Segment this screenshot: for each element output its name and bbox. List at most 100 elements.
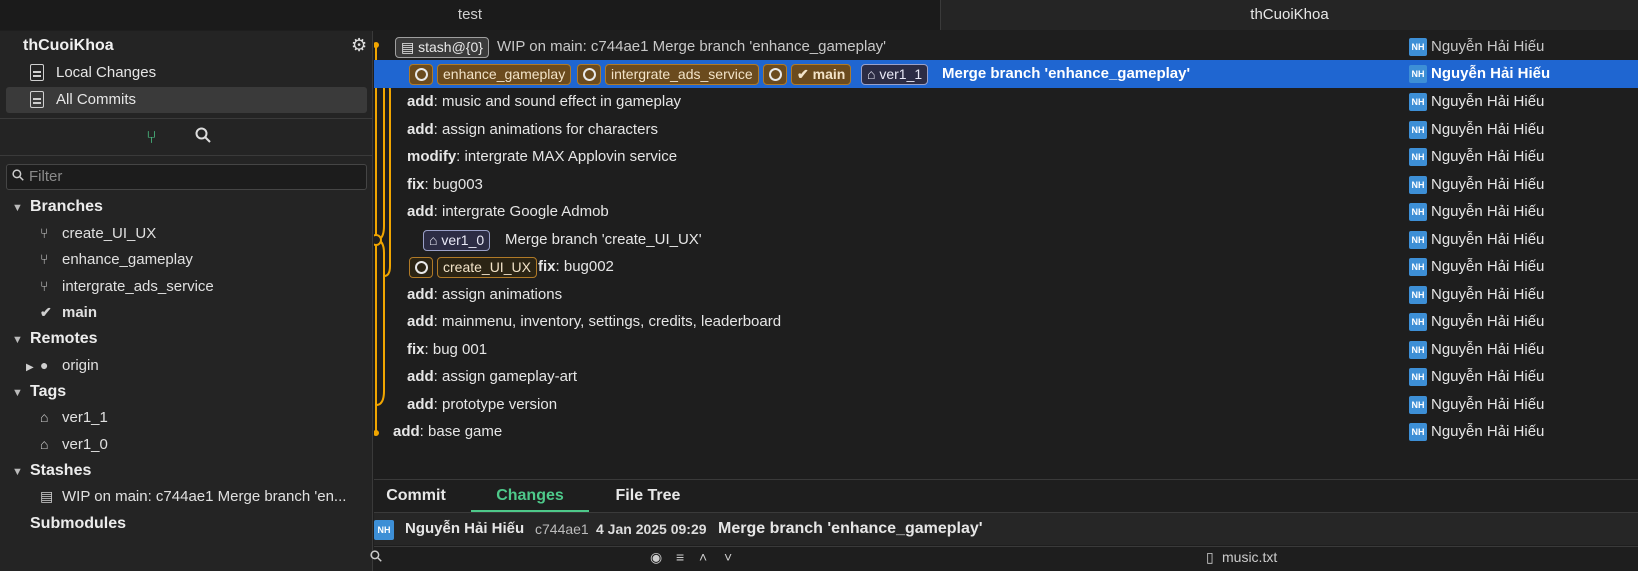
commit-row[interactable]: add: intergrate Google Admob NH Nguyễn H… <box>374 198 1638 226</box>
avatar: NH <box>1409 396 1427 414</box>
nav-all-commits[interactable]: All Commits <box>6 87 367 113</box>
tag-ref: ver1_1 <box>879 66 923 82</box>
detail-hash[interactable]: c744ae1 <box>535 513 589 545</box>
commit-info-bar: NH Nguyễn Hải Hiếu c744ae1 4 Jan 2025 09… <box>374 513 1638 545</box>
github-icon <box>577 64 601 85</box>
commit-row[interactable]: ▤ stash@{0} WIP on main: c744ae1 Merge b… <box>374 33 1638 61</box>
commit-row[interactable]: add: music and sound effect in gameplay … <box>374 88 1638 116</box>
search-icon <box>12 165 24 189</box>
branch-icon: ⑂ <box>40 251 49 267</box>
commit-row[interactable]: add: assign gameplay-art NH Nguyễn Hải H… <box>374 363 1638 391</box>
tag-badge: ⌂ ver1_0 <box>423 230 491 251</box>
tab-test[interactable]: test <box>0 0 940 30</box>
avatar: NH <box>1409 65 1427 83</box>
tag-item-ver1-0[interactable]: ⌂ ver1_0 <box>40 436 108 453</box>
search-mode-icon[interactable] <box>195 127 211 148</box>
tag-badge: ⌂ ver1_1 <box>861 64 929 85</box>
commit-message: add: intergrate Google Admob <box>407 203 609 220</box>
avatar: NH <box>1409 368 1427 386</box>
github-icon <box>763 64 787 85</box>
commit-message: Merge branch 'create_UI_UX' <box>505 231 702 248</box>
commit-row-selected[interactable]: enhance_gameplay intergrate_ads_service … <box>374 60 1638 88</box>
chevron-down-icon: ▼ <box>12 466 23 478</box>
branch-label: main <box>62 304 98 321</box>
branch-label: create_UI_UX <box>62 225 157 242</box>
branch-mode-icon[interactable]: ⑂ <box>146 127 157 148</box>
tags-header[interactable]: ▼ Tags <box>12 383 66 401</box>
commit-author: Nguyễn Hải Hiếu <box>1431 203 1545 220</box>
gear-icon[interactable]: ⚙ <box>351 35 367 56</box>
tag-icon: ⌂ <box>867 66 880 82</box>
branch-item-intergrate-ads-service[interactable]: ⑂ intergrate_ads_service <box>40 278 214 295</box>
commit-row[interactable]: add: assign animations for characters NH… <box>374 116 1638 144</box>
commit-author: Nguyễn Hải Hiếu <box>1431 423 1545 440</box>
eye-icon[interactable]: ◉ <box>650 547 662 567</box>
branch-item-main[interactable]: ✔ main <box>40 304 97 321</box>
commit-row[interactable]: fix: bug003 NH Nguyễn Hải Hiếu <box>374 171 1638 199</box>
tab-thcuoikhoa[interactable]: thCuoiKhoa <box>940 0 1638 30</box>
commit-author: Nguyễn Hải Hiếu <box>1431 341 1545 358</box>
commit-row[interactable]: fix: bug 001 NH Nguyễn Hải Hiếu <box>374 336 1638 364</box>
commit-author: Nguyễn Hải Hiếu <box>1431 286 1545 303</box>
branches-header[interactable]: ▼ Branches <box>12 198 103 216</box>
chevron-down-icon: ▼ <box>12 334 23 346</box>
tab-bar: test thCuoiKhoa <box>0 0 1638 30</box>
chevron-up-icon[interactable]: ˄ <box>699 547 707 567</box>
remotes-header[interactable]: ▼ Remotes <box>12 330 98 348</box>
nav-local-changes[interactable]: Local Changes <box>6 60 367 86</box>
divider <box>0 118 373 119</box>
remote-item-origin[interactable]: ▶ ● origin <box>26 357 99 374</box>
github-icon: ● <box>40 357 49 373</box>
commit-author: Nguyễn Hải Hiếu <box>1431 121 1545 138</box>
nav-label: All Commits <box>56 91 137 108</box>
branch-badge: intergrate_ads_service <box>605 64 759 85</box>
tab-commit[interactable]: Commit <box>374 480 458 512</box>
search-icon[interactable] <box>370 547 382 567</box>
tag-icon: ⌂ <box>40 436 49 452</box>
branch-label: enhance_gameplay <box>62 251 193 268</box>
commit-message: fix: bug 001 <box>407 341 488 358</box>
file-name[interactable]: music.txt <box>1222 547 1277 567</box>
tab-file-tree[interactable]: File Tree <box>602 480 694 512</box>
avatar: NH <box>1409 286 1427 304</box>
stash-icon: ▤ <box>40 488 54 504</box>
header-label: Branches <box>30 198 103 215</box>
commit-message: add: mainmenu, inventory, settings, cred… <box>407 313 782 330</box>
commit-row[interactable]: add: prototype version NH Nguyễn Hải Hiế… <box>374 391 1638 419</box>
tag-item-ver1-1[interactable]: ⌂ ver1_1 <box>40 409 108 426</box>
filter-input[interactable]: Filter <box>6 164 367 190</box>
commit-author: Nguyễn Hải Hiếu <box>1431 93 1545 110</box>
submodules-header[interactable]: Submodules <box>30 515 126 533</box>
avatar: NH <box>1409 203 1427 221</box>
github-icon <box>409 257 433 278</box>
commit-author: Nguyễn Hải Hiếu <box>1431 176 1545 193</box>
commit-row[interactable]: ⌂ ver1_0 Merge branch 'create_UI_UX' NH … <box>374 226 1638 254</box>
branch-item-create-ui-ux[interactable]: ⑂ create_UI_UX <box>40 225 156 242</box>
tag-ref: ver1_0 <box>441 232 485 248</box>
file-icon: ▯ <box>1206 549 1214 565</box>
commit-row[interactable]: add: mainmenu, inventory, settings, cred… <box>374 308 1638 336</box>
branch-item-enhance-gameplay[interactable]: ⑂ enhance_gameplay <box>40 251 193 268</box>
commit-row[interactable]: create_UI_UX fix: bug002 NH Nguyễn Hải H… <box>374 253 1638 281</box>
commit-message: add: assign animations for characters <box>407 121 658 138</box>
chevron-down-icon: ▼ <box>12 202 23 214</box>
tag-label: ver1_1 <box>62 409 108 426</box>
commit-author: Nguyễn Hải Hiếu <box>1431 313 1545 330</box>
stash-item[interactable]: ▤ WIP on main: c744ae1 Merge branch 'en..… <box>40 488 346 505</box>
avatar: NH <box>1409 176 1427 194</box>
tab-changes[interactable]: Changes <box>471 480 589 512</box>
commit-row[interactable]: modify: intergrate MAX Applovin service … <box>374 143 1638 171</box>
commit-message: add: prototype version <box>407 396 558 413</box>
check-icon: ✔ <box>40 304 52 320</box>
divider <box>0 155 373 156</box>
branch-badge-head: ✔ main <box>791 64 852 85</box>
chevron-down-icon[interactable]: ˅ <box>724 547 732 567</box>
branch-icon: ⑂ <box>40 225 49 241</box>
chevron-right-icon: ▶ <box>26 362 34 373</box>
commit-row[interactable]: add: base game NH Nguyễn Hải Hiếu <box>374 418 1638 446</box>
commit-row[interactable]: add: assign animations NH Nguyễn Hải Hiế… <box>374 281 1638 309</box>
stashes-header[interactable]: ▼ Stashes <box>12 462 91 480</box>
commit-author: Nguyễn Hải Hiếu <box>1431 65 1551 82</box>
list-icon[interactable]: ≡ <box>676 547 684 567</box>
stash-ref: stash@{0} <box>418 39 483 55</box>
